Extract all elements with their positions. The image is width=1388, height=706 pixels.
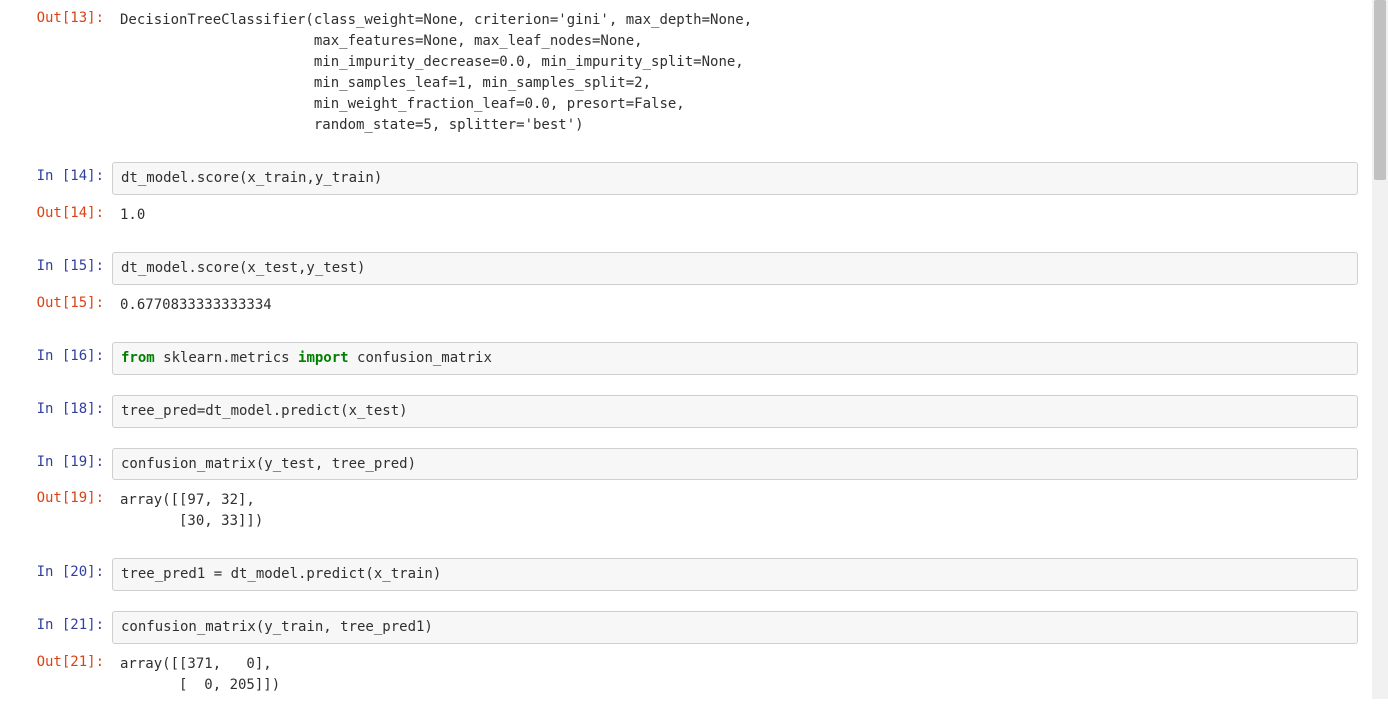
output-cell-14: Out[14]: 1.0 xyxy=(0,199,1388,232)
input-cell-20[interactable]: In [20]: tree_pred1 = dt_model.predict(x… xyxy=(0,558,1388,591)
output-cell-13: Out[13]: DecisionTreeClassifier(class_we… xyxy=(0,4,1388,142)
scrollbar-track[interactable] xyxy=(1372,0,1388,699)
in-prompt-15: In [15]: xyxy=(0,252,112,280)
input-cell-21[interactable]: In [21]: confusion_matrix(y_train, tree_… xyxy=(0,611,1388,644)
output-area-15: 0.6770833333333334 xyxy=(112,289,1358,322)
input-area-15[interactable]: dt_model.score(x_test,y_test) xyxy=(112,252,1358,285)
scrollbar-thumb[interactable] xyxy=(1374,0,1386,180)
keyword-import: import xyxy=(298,350,349,366)
output-area-14: 1.0 xyxy=(112,199,1358,232)
in-prompt-14: In [14]: xyxy=(0,162,112,190)
input-area-21[interactable]: confusion_matrix(y_train, tree_pred1) xyxy=(112,611,1358,644)
input-area-14[interactable]: dt_model.score(x_train,y_train) xyxy=(112,162,1358,195)
input-area-20[interactable]: tree_pred1 = dt_model.predict(x_train) xyxy=(112,558,1358,591)
out-prompt-13: Out[13]: xyxy=(0,4,112,32)
output-area-13: DecisionTreeClassifier(class_weight=None… xyxy=(112,4,1358,142)
output-cell-21: Out[21]: array([[371, 0], [ 0, 205]]) xyxy=(0,648,1388,702)
output-area-21: array([[371, 0], [ 0, 205]]) xyxy=(112,648,1358,702)
out-prompt-14: Out[14]: xyxy=(0,199,112,227)
in-prompt-18: In [18]: xyxy=(0,395,112,423)
in-prompt-19: In [19]: xyxy=(0,448,112,476)
output-cell-15: Out[15]: 0.6770833333333334 xyxy=(0,289,1388,322)
keyword-from: from xyxy=(121,350,155,366)
in-prompt-16: In [16]: xyxy=(0,342,112,370)
output-cell-19: Out[19]: array([[97, 32], [30, 33]]) xyxy=(0,484,1388,538)
out-prompt-15: Out[15]: xyxy=(0,289,112,317)
out-prompt-19: Out[19]: xyxy=(0,484,112,512)
module-text: sklearn.metrics xyxy=(155,350,298,366)
input-cell-18[interactable]: In [18]: tree_pred=dt_model.predict(x_te… xyxy=(0,395,1388,428)
input-cell-19[interactable]: In [19]: confusion_matrix(y_test, tree_p… xyxy=(0,448,1388,481)
input-area-19[interactable]: confusion_matrix(y_test, tree_pred) xyxy=(112,448,1358,481)
input-cell-14[interactable]: In [14]: dt_model.score(x_train,y_train) xyxy=(0,162,1388,195)
output-area-19: array([[97, 32], [30, 33]]) xyxy=(112,484,1358,538)
in-prompt-20: In [20]: xyxy=(0,558,112,586)
out-prompt-21: Out[21]: xyxy=(0,648,112,676)
import-target: confusion_matrix xyxy=(349,350,492,366)
input-cell-16[interactable]: In [16]: from sklearn.metrics import con… xyxy=(0,342,1388,375)
input-area-16[interactable]: from sklearn.metrics import confusion_ma… xyxy=(112,342,1358,375)
in-prompt-21: In [21]: xyxy=(0,611,112,639)
input-area-18[interactable]: tree_pred=dt_model.predict(x_test) xyxy=(112,395,1358,428)
input-cell-15[interactable]: In [15]: dt_model.score(x_test,y_test) xyxy=(0,252,1388,285)
